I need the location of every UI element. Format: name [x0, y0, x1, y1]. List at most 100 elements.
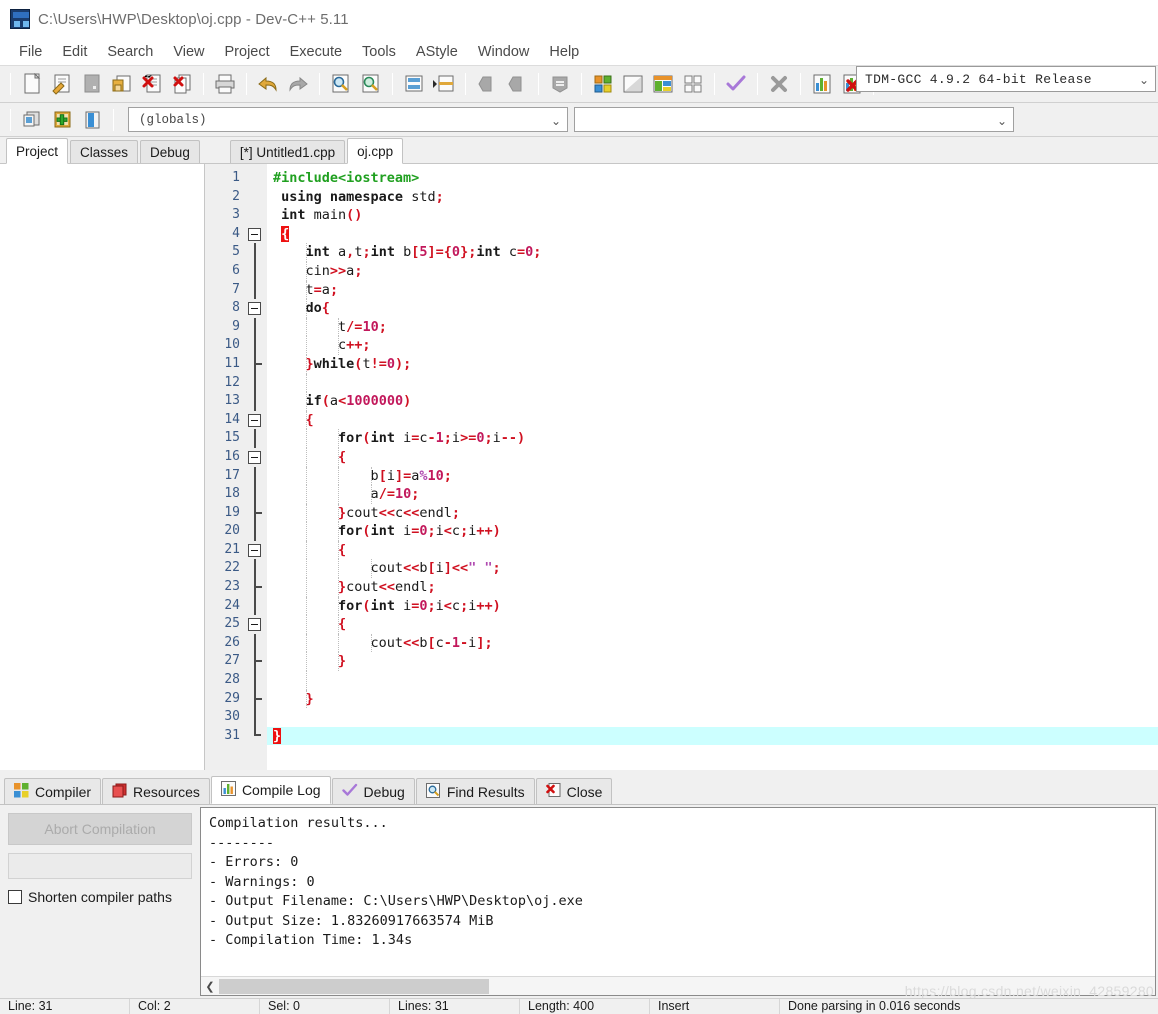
code-line[interactable]: }cout<<c<<endl;	[267, 503, 1158, 523]
replace-icon[interactable]	[356, 70, 386, 98]
compile-and-run-icon[interactable]	[648, 70, 678, 98]
code-line[interactable]: }cout<<endl;	[267, 578, 1158, 597]
code-line[interactable]: if(a<1000000)	[267, 392, 1158, 411]
compile-log-output[interactable]: Compilation results... -------- - Errors…	[200, 807, 1156, 996]
fold-collapse-icon[interactable]	[248, 450, 261, 464]
toggle-bookmark-icon[interactable]	[545, 70, 575, 98]
fold-collapse-icon[interactable]	[248, 227, 261, 241]
menu-astyle[interactable]: AStyle	[407, 42, 467, 62]
syntax-check-icon[interactable]	[721, 70, 751, 98]
scope-combo[interactable]: (globals) ⌄	[128, 107, 568, 132]
code-line[interactable]: }	[267, 652, 1158, 672]
abort-compilation-button[interactable]: Abort Compilation	[8, 813, 192, 845]
fold-marker[interactable]	[245, 615, 267, 634]
fold-marker[interactable]	[245, 411, 267, 430]
code-line[interactable]: {	[267, 410, 1158, 430]
save-all-icon[interactable]	[107, 70, 137, 98]
code-line[interactable]	[267, 671, 1158, 690]
tab-oj-cpp[interactable]: oj.cpp	[347, 138, 404, 164]
goto-line-icon[interactable]	[399, 70, 429, 98]
fold-collapse-icon[interactable]	[248, 302, 261, 316]
open-file-icon[interactable]	[47, 70, 77, 98]
fold-collapse-icon[interactable]	[248, 618, 261, 632]
code-line[interactable]: t/=10;	[267, 317, 1158, 337]
tab-project[interactable]: Project	[6, 138, 69, 164]
bottom-tab-find-results[interactable]: Find Results	[415, 778, 535, 804]
code-line[interactable]: int main()	[267, 206, 1158, 225]
scrollbar-thumb[interactable]	[219, 978, 489, 994]
new-project-icon[interactable]	[17, 106, 47, 134]
fold-marker[interactable]	[245, 448, 267, 467]
fold-marker[interactable]	[245, 299, 267, 318]
menu-window[interactable]: Window	[469, 42, 539, 62]
code-editor[interactable]: 1 2 3 4 5 6 7 8 9 10 11 12 13 14 15 16 17 18 19 20 21 22 23 24 2…	[205, 164, 1158, 770]
menu-project[interactable]: Project	[216, 42, 279, 62]
bottom-tab-resources[interactable]: Resources	[102, 778, 210, 804]
code-line[interactable]: for(int i=0;i<c;i++)	[267, 596, 1158, 616]
code-line[interactable]: int a,t;int b[5]={0};int c=0;	[267, 243, 1158, 262]
bottom-tab-compiler[interactable]: Compiler	[4, 778, 102, 804]
code-line[interactable]: }while(t!=0);	[267, 354, 1158, 374]
code-line[interactable]: b[i]=a%10;	[267, 466, 1158, 486]
save-file-icon[interactable]	[77, 70, 107, 98]
code-line[interactable]: #include<iostream>	[267, 169, 1158, 188]
print-icon[interactable]	[210, 70, 240, 98]
code-line[interactable]: {	[267, 615, 1158, 634]
profile-icon[interactable]	[807, 70, 837, 98]
find-icon[interactable]	[326, 70, 356, 98]
code-line[interactable]	[267, 708, 1158, 727]
add-to-project-icon[interactable]	[47, 106, 77, 134]
menu-execute[interactable]: Execute	[281, 42, 351, 62]
menu-edit[interactable]: Edit	[53, 42, 96, 62]
code-line[interactable]: cout<<b[c-1-i];	[267, 633, 1158, 653]
close-file-icon[interactable]	[137, 70, 167, 98]
shorten-compiler-paths-checkbox[interactable]	[8, 890, 22, 904]
fold-collapse-icon[interactable]	[248, 413, 261, 427]
close-all-icon[interactable]	[167, 70, 197, 98]
code-line[interactable]: for(int i=0;i<c;i++)	[267, 522, 1158, 541]
forward-icon[interactable]	[502, 70, 532, 98]
compiler-set-combo[interactable]: TDM-GCC 4.9.2 64-bit Release ⌄	[856, 66, 1156, 92]
stop-execution-icon[interactable]	[764, 70, 794, 98]
project-panel[interactable]	[0, 163, 205, 770]
new-file-icon[interactable]	[17, 70, 47, 98]
menu-view[interactable]: View	[164, 42, 213, 62]
tab-debug[interactable]: Debug	[140, 140, 200, 164]
code-line[interactable]: cout<<b[i]<<" ";	[267, 559, 1158, 579]
code-line[interactable]: }	[267, 689, 1158, 709]
back-icon[interactable]	[472, 70, 502, 98]
code-line[interactable]: {	[267, 540, 1158, 560]
shorten-paths-row[interactable]: Shorten compiler paths	[8, 889, 192, 905]
code-text-area[interactable]: #include<iostream> using namespace std; …	[267, 164, 1158, 770]
code-line[interactable]: for(int i=c-1;i>=0;i--)	[267, 429, 1158, 448]
tab-untitled1-cpp[interactable]: [*] Untitled1.cpp	[229, 140, 346, 164]
scroll-left-icon[interactable]: ❮	[201, 980, 219, 993]
code-line[interactable]: c++;	[267, 336, 1158, 355]
code-fold-column[interactable]	[245, 164, 267, 770]
menu-tools[interactable]: Tools	[353, 42, 405, 62]
bottom-tab-close[interactable]: Close	[535, 778, 613, 804]
code-line[interactable]: cin>>a;	[267, 261, 1158, 281]
fold-collapse-icon[interactable]	[248, 543, 261, 557]
code-line[interactable]: }	[267, 726, 1158, 746]
menu-help[interactable]: Help	[540, 42, 588, 62]
code-line[interactable]: {	[267, 447, 1158, 467]
code-line[interactable]: {	[267, 225, 1158, 244]
compile-icon[interactable]	[588, 70, 618, 98]
run-icon[interactable]	[618, 70, 648, 98]
code-line[interactable]: t=a;	[267, 280, 1158, 300]
tab-classes[interactable]: Classes	[70, 140, 139, 164]
bottom-tab-compile-log[interactable]: Compile Log	[210, 776, 331, 804]
code-line[interactable]: do{	[267, 299, 1158, 318]
undo-icon[interactable]	[253, 70, 283, 98]
menu-file[interactable]: File	[10, 42, 51, 62]
member-combo[interactable]: ⌄	[574, 107, 1014, 132]
code-editor-panel[interactable]: 1 2 3 4 5 6 7 8 9 10 11 12 13 14 15 16 17 18 19 20 21 22 23 24 2…	[205, 163, 1158, 770]
fold-marker[interactable]	[245, 225, 267, 244]
redo-icon[interactable]	[283, 70, 313, 98]
code-line[interactable]: a/=10;	[267, 485, 1158, 504]
remove-from-project-icon[interactable]	[77, 106, 107, 134]
rebuild-all-icon[interactable]	[678, 70, 708, 98]
code-line[interactable]: using namespace std;	[267, 188, 1158, 207]
fold-marker[interactable]	[245, 541, 267, 560]
